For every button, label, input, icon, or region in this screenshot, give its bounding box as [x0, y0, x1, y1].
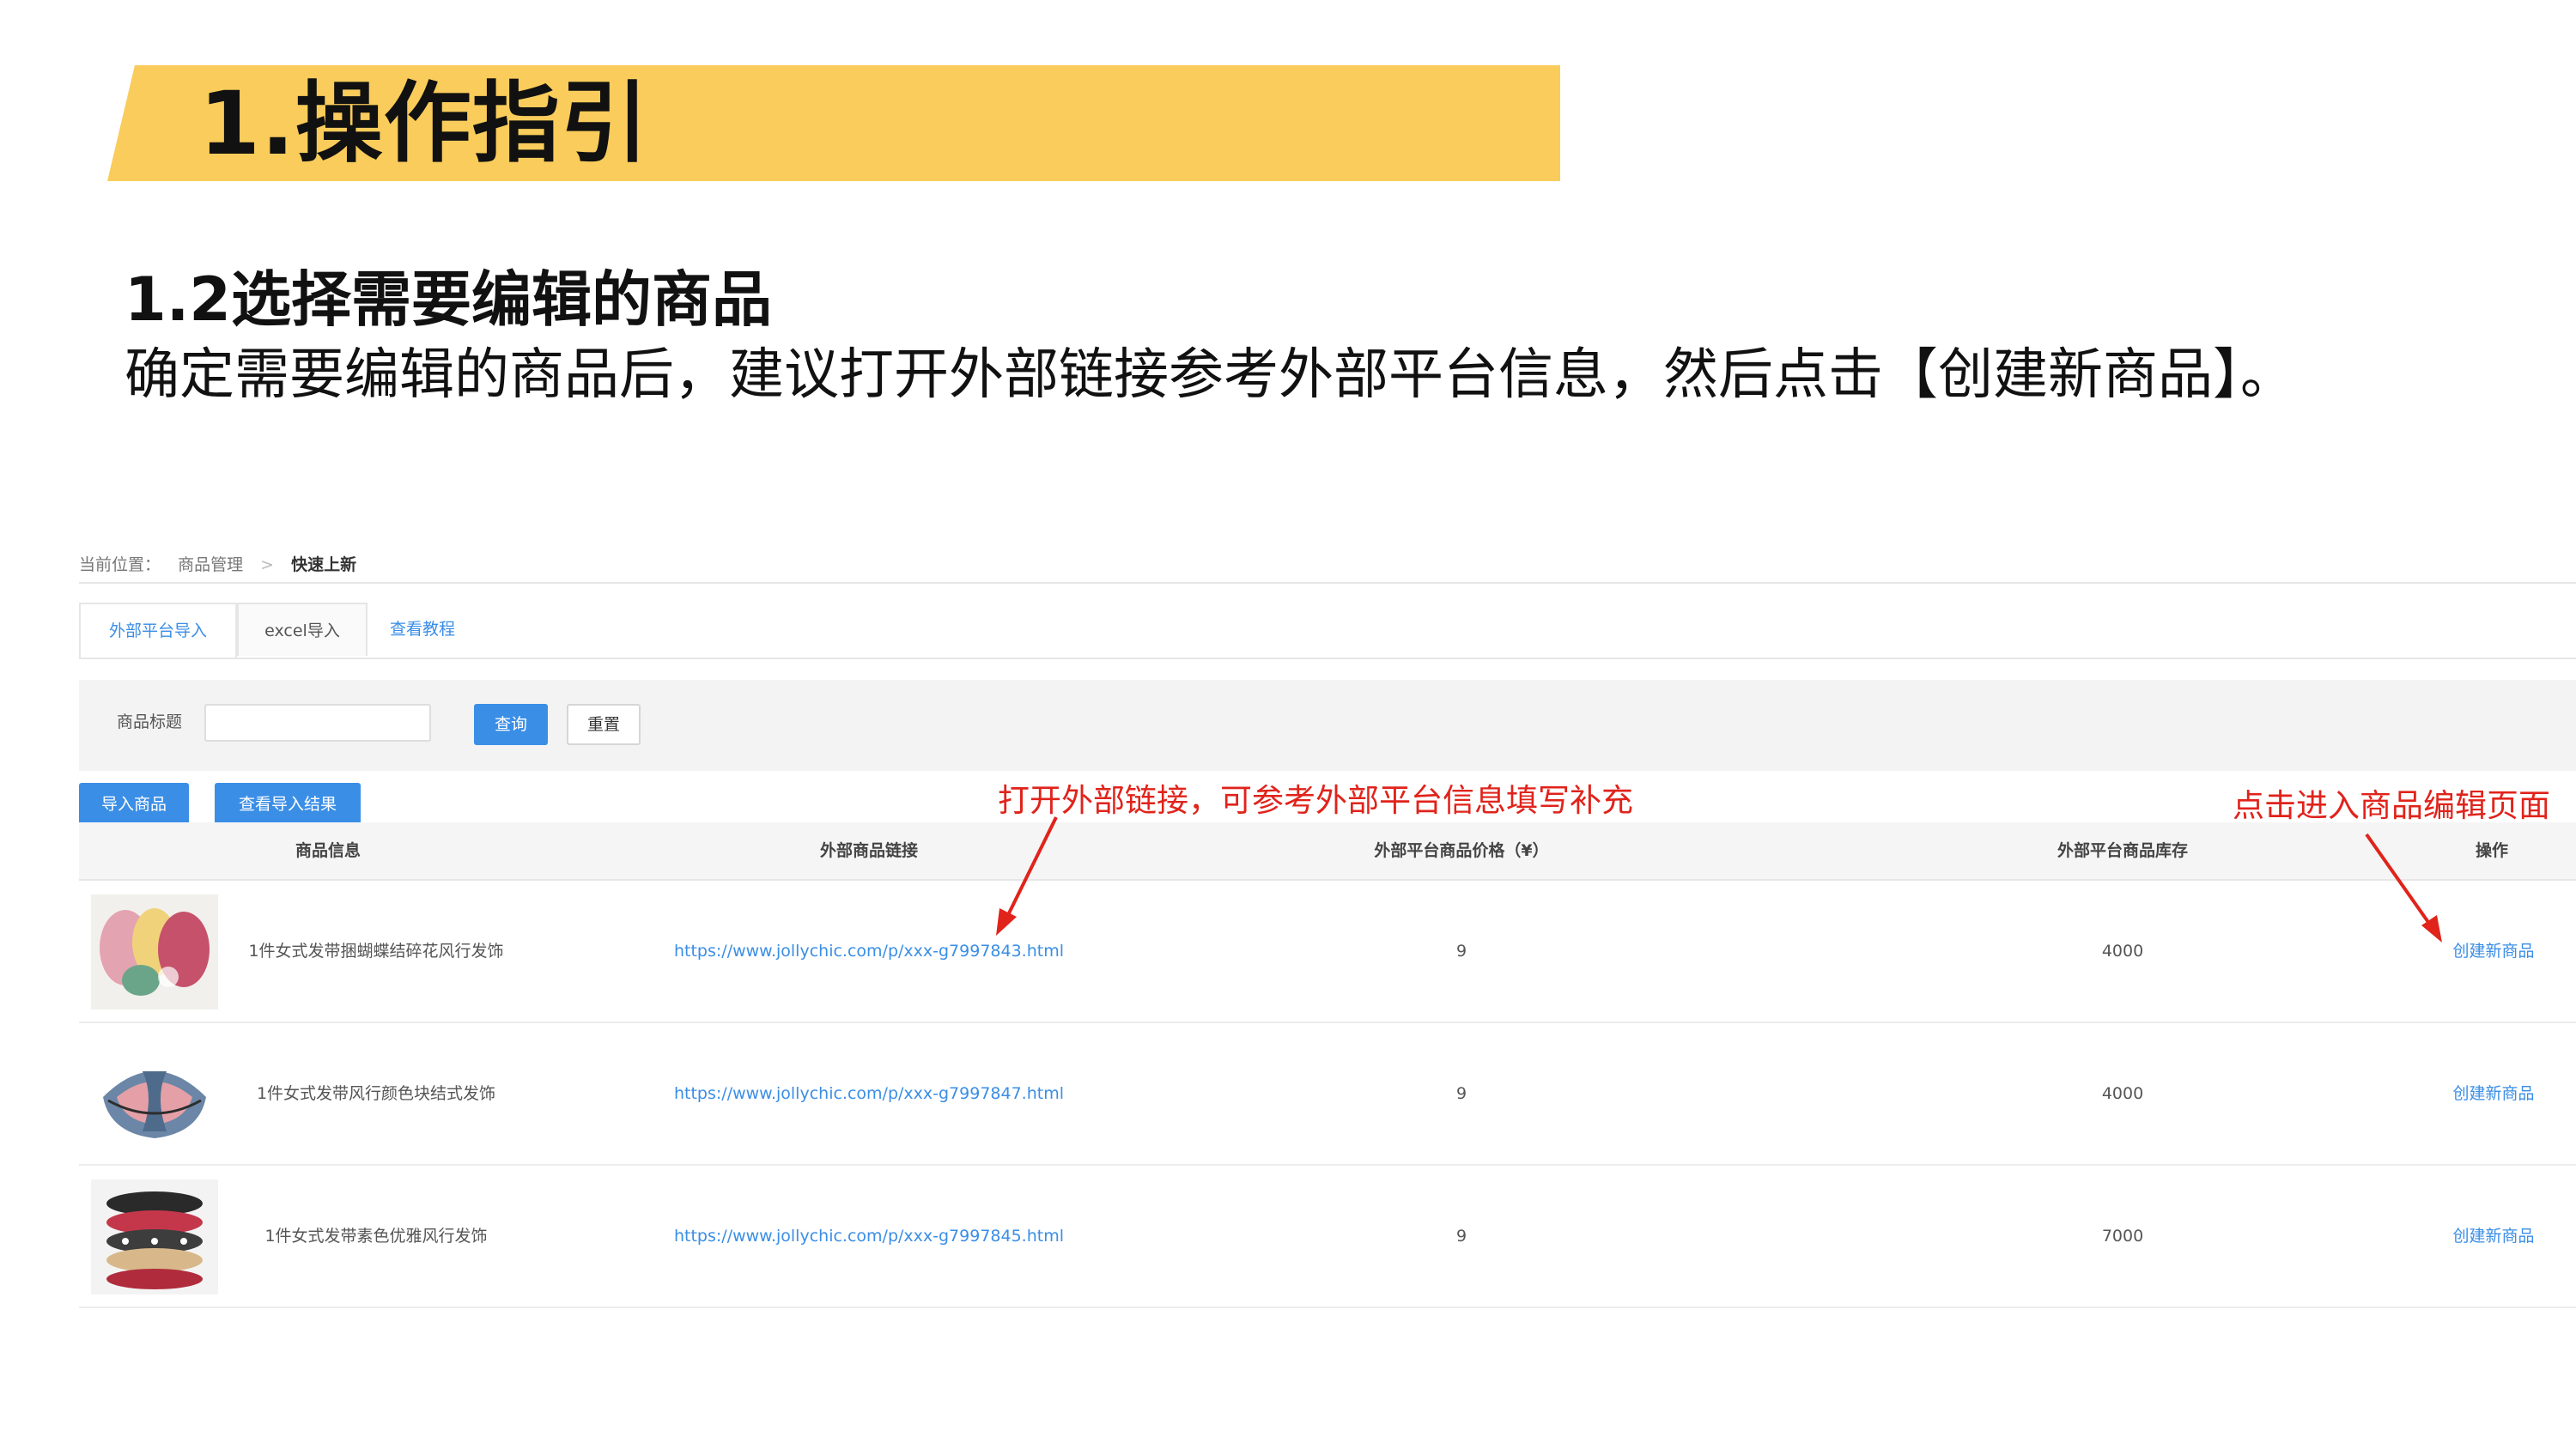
slide-description: 确定需要编辑的商品后，建议打开外部链接参考外部平台信息，然后点击【创建新商品】。: [125, 343, 2295, 407]
slide-title: 1.操作指引: [199, 73, 649, 175]
slide-subtitle: 1.2选择需要编辑的商品: [125, 264, 773, 335]
arrow-to-link-icon: [996, 816, 1058, 936]
annotation-arrows: [996, 816, 2442, 943]
embedded-screenshot: 当前位置： 商品管理 > 快速上新 外部平台导入 excel导入 查看教程 商品…: [79, 541, 2576, 1313]
arrow-to-create-icon: [2365, 833, 2442, 943]
